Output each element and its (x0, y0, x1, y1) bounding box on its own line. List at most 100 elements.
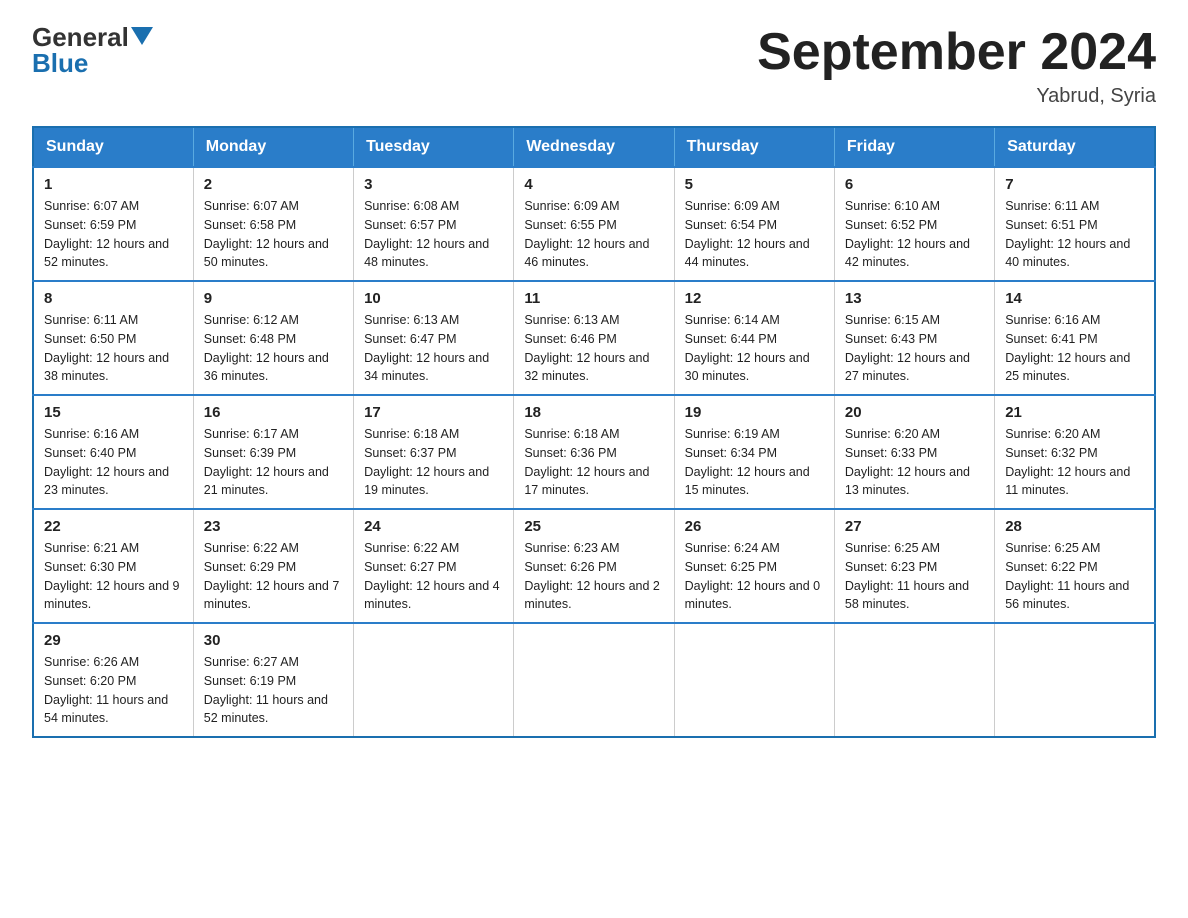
calendar-cell: 26 Sunrise: 6:24 AMSunset: 6:25 PMDayligh… (674, 509, 834, 623)
day-number: 15 (44, 404, 183, 421)
header-monday: Monday (193, 127, 353, 167)
day-info: Sunrise: 6:20 AMSunset: 6:33 PMDaylight:… (845, 425, 984, 500)
day-info: Sunrise: 6:14 AMSunset: 6:44 PMDaylight:… (685, 311, 824, 386)
day-info: Sunrise: 6:09 AMSunset: 6:55 PMDaylight:… (524, 197, 663, 272)
day-info: Sunrise: 6:16 AMSunset: 6:40 PMDaylight:… (44, 425, 183, 500)
day-info: Sunrise: 6:11 AMSunset: 6:51 PMDaylight:… (1005, 197, 1144, 272)
calendar-cell (995, 623, 1155, 737)
day-info: Sunrise: 6:10 AMSunset: 6:52 PMDaylight:… (845, 197, 984, 272)
title-area: September 2024 Yabrud, Syria (757, 24, 1156, 108)
day-number: 20 (845, 404, 984, 421)
logo: General Blue (32, 24, 153, 76)
calendar-table: SundayMondayTuesdayWednesdayThursdayFrid… (32, 126, 1156, 738)
calendar-cell: 5 Sunrise: 6:09 AMSunset: 6:54 PMDaylight… (674, 167, 834, 281)
day-number: 21 (1005, 404, 1144, 421)
calendar-week-row: 15 Sunrise: 6:16 AMSunset: 6:40 PMDayligh… (33, 395, 1155, 509)
day-number: 3 (364, 176, 503, 193)
calendar-cell: 28 Sunrise: 6:25 AMSunset: 6:22 PMDayligh… (995, 509, 1155, 623)
day-number: 13 (845, 290, 984, 307)
calendar-week-row: 1Sunrise: 6:07 AMSunset: 6:59 PMDaylight… (33, 167, 1155, 281)
day-number: 25 (524, 518, 663, 535)
day-number: 10 (364, 290, 503, 307)
day-info: Sunrise: 6:07 AMSunset: 6:59 PMDaylight:… (44, 197, 183, 272)
header-wednesday: Wednesday (514, 127, 674, 167)
header-thursday: Thursday (674, 127, 834, 167)
day-number: 16 (204, 404, 343, 421)
calendar-cell: 1Sunrise: 6:07 AMSunset: 6:59 PMDaylight… (33, 167, 193, 281)
calendar-cell: 19 Sunrise: 6:19 AMSunset: 6:34 PMDayligh… (674, 395, 834, 509)
calendar-cell: 10Sunrise: 6:13 AMSunset: 6:47 PMDayligh… (354, 281, 514, 395)
calendar-week-row: 8 Sunrise: 6:11 AMSunset: 6:50 PMDaylight… (33, 281, 1155, 395)
calendar-cell: 23 Sunrise: 6:22 AMSunset: 6:29 PMDayligh… (193, 509, 353, 623)
calendar-cell: 17 Sunrise: 6:18 AMSunset: 6:37 PMDayligh… (354, 395, 514, 509)
header-friday: Friday (834, 127, 994, 167)
calendar-cell: 24 Sunrise: 6:22 AMSunset: 6:27 PMDayligh… (354, 509, 514, 623)
day-info: Sunrise: 6:22 AMSunset: 6:29 PMDaylight:… (204, 539, 343, 614)
calendar-cell: 16Sunrise: 6:17 AMSunset: 6:39 PMDayligh… (193, 395, 353, 509)
day-info: Sunrise: 6:18 AMSunset: 6:37 PMDaylight:… (364, 425, 503, 500)
calendar-cell: 27Sunrise: 6:25 AMSunset: 6:23 PMDayligh… (834, 509, 994, 623)
day-info: Sunrise: 6:16 AMSunset: 6:41 PMDaylight:… (1005, 311, 1144, 386)
calendar-cell: 11 Sunrise: 6:13 AMSunset: 6:46 PMDayligh… (514, 281, 674, 395)
calendar-cell: 14 Sunrise: 6:16 AMSunset: 6:41 PMDayligh… (995, 281, 1155, 395)
subtitle: Yabrud, Syria (757, 85, 1156, 108)
day-info: Sunrise: 6:08 AMSunset: 6:57 PMDaylight:… (364, 197, 503, 272)
calendar-cell: 7 Sunrise: 6:11 AMSunset: 6:51 PMDaylight… (995, 167, 1155, 281)
calendar-cell (674, 623, 834, 737)
logo-blue: Blue (32, 50, 88, 76)
calendar-cell: 30 Sunrise: 6:27 AMSunset: 6:19 PMDayligh… (193, 623, 353, 737)
day-info: Sunrise: 6:18 AMSunset: 6:36 PMDaylight:… (524, 425, 663, 500)
calendar-cell: 20 Sunrise: 6:20 AMSunset: 6:33 PMDayligh… (834, 395, 994, 509)
day-number: 28 (1005, 518, 1144, 535)
day-number: 22 (44, 518, 183, 535)
calendar-cell: 21 Sunrise: 6:20 AMSunset: 6:32 PMDayligh… (995, 395, 1155, 509)
day-number: 12 (685, 290, 824, 307)
header: General Blue September 2024 Yabrud, Syri… (32, 24, 1156, 108)
day-info: Sunrise: 6:09 AMSunset: 6:54 PMDaylight:… (685, 197, 824, 272)
day-info: Sunrise: 6:19 AMSunset: 6:34 PMDaylight:… (685, 425, 824, 500)
header-sunday: Sunday (33, 127, 193, 167)
calendar-week-row: 22 Sunrise: 6:21 AMSunset: 6:30 PMDayligh… (33, 509, 1155, 623)
day-info: Sunrise: 6:24 AMSunset: 6:25 PMDaylight:… (685, 539, 824, 614)
calendar-header-row: SundayMondayTuesdayWednesdayThursdayFrid… (33, 127, 1155, 167)
calendar-cell: 18 Sunrise: 6:18 AMSunset: 6:36 PMDayligh… (514, 395, 674, 509)
day-number: 26 (685, 518, 824, 535)
day-number: 19 (685, 404, 824, 421)
day-info: Sunrise: 6:21 AMSunset: 6:30 PMDaylight:… (44, 539, 183, 614)
day-number: 29 (44, 632, 183, 649)
day-info: Sunrise: 6:11 AMSunset: 6:50 PMDaylight:… (44, 311, 183, 386)
calendar-cell: 9 Sunrise: 6:12 AMSunset: 6:48 PMDaylight… (193, 281, 353, 395)
day-info: Sunrise: 6:20 AMSunset: 6:32 PMDaylight:… (1005, 425, 1144, 500)
calendar-cell: 6 Sunrise: 6:10 AMSunset: 6:52 PMDaylight… (834, 167, 994, 281)
day-number: 14 (1005, 290, 1144, 307)
day-info: Sunrise: 6:25 AMSunset: 6:22 PMDaylight:… (1005, 539, 1144, 614)
calendar-cell: 2Sunrise: 6:07 AMSunset: 6:58 PMDaylight… (193, 167, 353, 281)
day-number: 24 (364, 518, 503, 535)
calendar-cell (354, 623, 514, 737)
day-info: Sunrise: 6:15 AMSunset: 6:43 PMDaylight:… (845, 311, 984, 386)
day-number: 5 (685, 176, 824, 193)
day-number: 30 (204, 632, 343, 649)
header-saturday: Saturday (995, 127, 1155, 167)
calendar-cell: 3 Sunrise: 6:08 AMSunset: 6:57 PMDaylight… (354, 167, 514, 281)
day-number: 18 (524, 404, 663, 421)
calendar-cell: 29Sunrise: 6:26 AMSunset: 6:20 PMDayligh… (33, 623, 193, 737)
day-number: 9 (204, 290, 343, 307)
calendar-cell: 15 Sunrise: 6:16 AMSunset: 6:40 PMDayligh… (33, 395, 193, 509)
day-info: Sunrise: 6:13 AMSunset: 6:46 PMDaylight:… (524, 311, 663, 386)
calendar-cell (834, 623, 994, 737)
day-info: Sunrise: 6:23 AMSunset: 6:26 PMDaylight:… (524, 539, 663, 614)
day-number: 17 (364, 404, 503, 421)
day-number: 6 (845, 176, 984, 193)
day-number: 2 (204, 176, 343, 193)
day-number: 8 (44, 290, 183, 307)
day-info: Sunrise: 6:22 AMSunset: 6:27 PMDaylight:… (364, 539, 503, 614)
day-info: Sunrise: 6:27 AMSunset: 6:19 PMDaylight:… (204, 653, 343, 728)
day-info: Sunrise: 6:12 AMSunset: 6:48 PMDaylight:… (204, 311, 343, 386)
day-number: 23 (204, 518, 343, 535)
day-number: 7 (1005, 176, 1144, 193)
calendar-week-row: 29Sunrise: 6:26 AMSunset: 6:20 PMDayligh… (33, 623, 1155, 737)
header-tuesday: Tuesday (354, 127, 514, 167)
day-number: 4 (524, 176, 663, 193)
day-number: 11 (524, 290, 663, 307)
